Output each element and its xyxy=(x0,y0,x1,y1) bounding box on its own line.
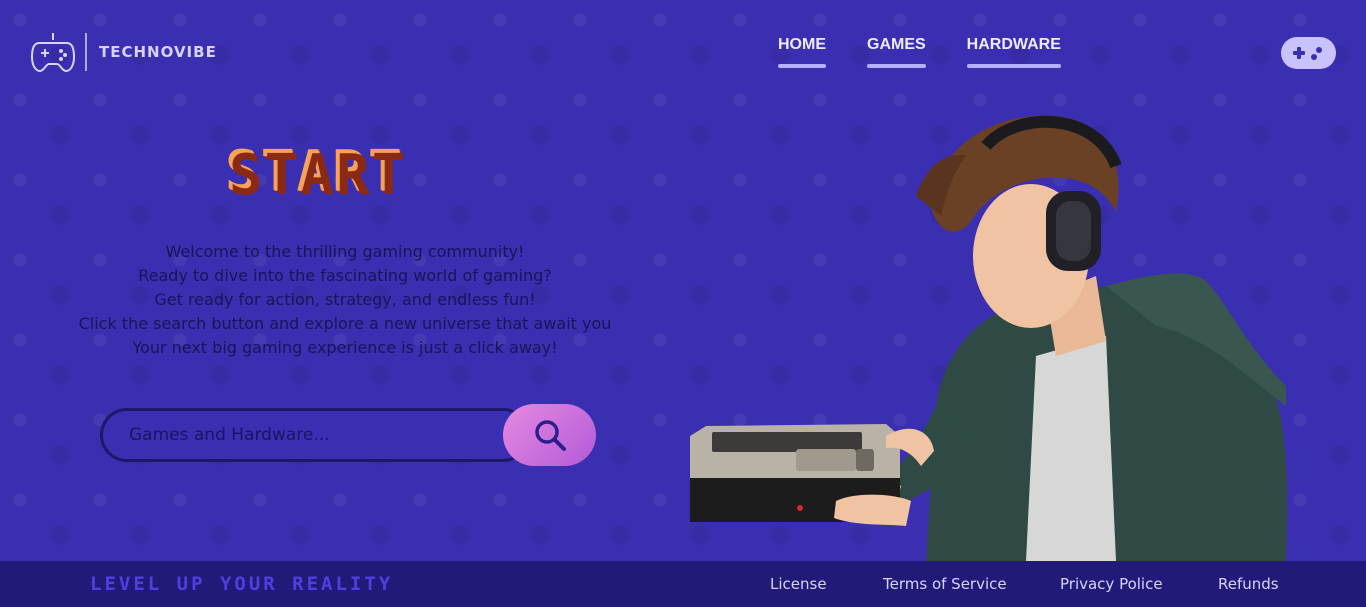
gamepad-button[interactable] xyxy=(1281,37,1336,69)
brand-name: TECHNOVIBE xyxy=(99,43,217,61)
main-nav: HOME GAMES HARDWARE xyxy=(778,36,1062,68)
intro-line: Your next big gaming experience is just … xyxy=(132,338,558,357)
nav-home[interactable]: HOME xyxy=(778,36,826,68)
search-input[interactable] xyxy=(100,408,530,462)
footer-link-privacy[interactable]: Privacy Police xyxy=(1060,575,1163,593)
brand-logo[interactable]: TECHNOVIBE xyxy=(31,31,217,73)
nav-games[interactable]: GAMES xyxy=(867,36,926,68)
gamer-illustration xyxy=(690,115,1288,561)
footer-link-terms[interactable]: Terms of Service xyxy=(883,575,1007,593)
logo-divider xyxy=(85,33,87,71)
gamepad-icon xyxy=(1292,47,1322,60)
nav-hardware[interactable]: HARDWARE xyxy=(966,36,1062,68)
gamepad-icon xyxy=(31,33,75,73)
search-button[interactable] xyxy=(503,404,596,466)
footer-link-license[interactable]: License xyxy=(770,575,827,593)
footer: LEVEL UP YOUR REALITY License Terms of S… xyxy=(0,561,1366,607)
footer-link-refunds[interactable]: Refunds xyxy=(1218,575,1279,593)
intro-line: Get ready for action, strategy, and endl… xyxy=(154,290,536,309)
intro-text: Welcome to the thrilling gaming communit… xyxy=(60,240,630,360)
search-icon xyxy=(534,420,566,451)
intro-line: Welcome to the thrilling gaming communit… xyxy=(165,242,525,261)
footer-tagline: LEVEL UP YOUR REALITY xyxy=(90,573,394,595)
search-bar xyxy=(100,404,596,466)
intro-line: Click the search button and explore a ne… xyxy=(78,314,612,333)
intro-line: Ready to dive into the fascinating world… xyxy=(138,266,552,285)
hero-title: START xyxy=(226,140,405,205)
